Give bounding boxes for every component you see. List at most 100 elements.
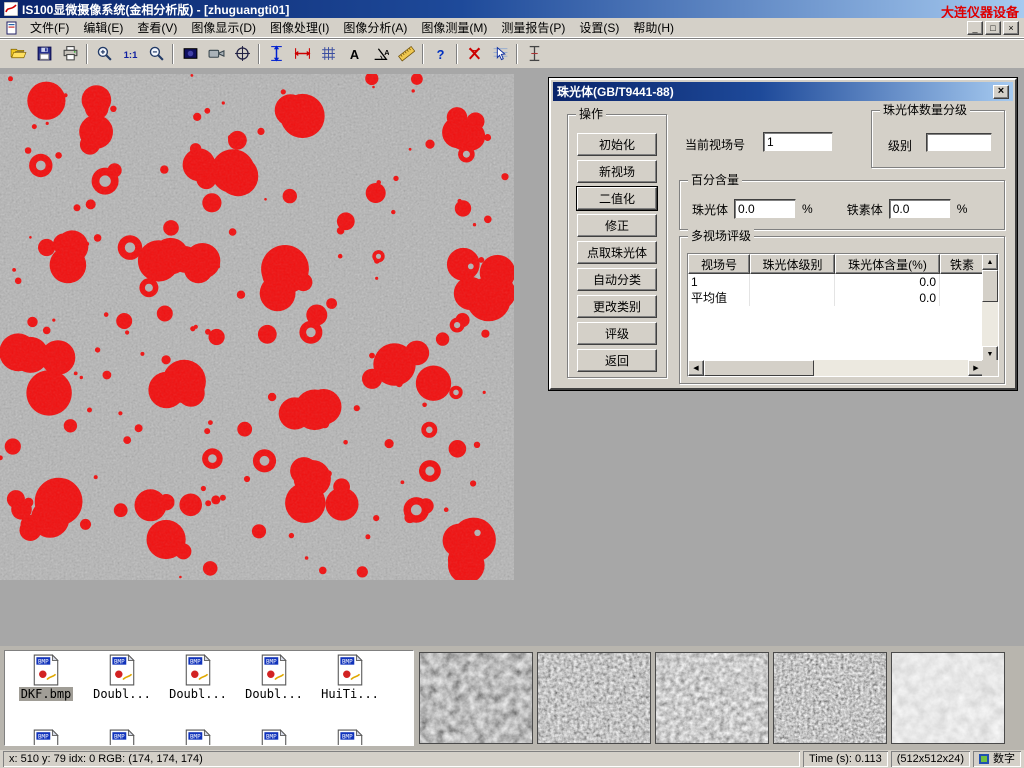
zoom-out-icon xyxy=(148,45,165,62)
save-button[interactable] xyxy=(31,41,57,66)
thumbnail-4[interactable] xyxy=(773,652,887,744)
thumbnail-5[interactable] xyxy=(891,652,1005,744)
table-cell xyxy=(750,274,835,290)
menu-item-image-display[interactable]: 图像显示(D) xyxy=(184,17,263,38)
grid-button[interactable] xyxy=(315,41,341,66)
file-item-double-2[interactable]: Doubl... xyxy=(161,654,235,701)
angle-measure-button[interactable]: A xyxy=(367,41,393,66)
caliper-icon xyxy=(526,45,543,62)
scroll-left-button[interactable]: ◀ xyxy=(688,360,704,376)
op-pick-pearlite-button[interactable]: 点取珠光体 xyxy=(577,241,657,264)
toolbar-separator xyxy=(456,44,458,64)
text-annotation-button[interactable]: A xyxy=(341,41,367,66)
zoom-out-button[interactable] xyxy=(143,41,169,66)
actual-size-button[interactable]: 1:1 xyxy=(117,41,143,66)
file-item-partial[interactable] xyxy=(313,729,387,746)
svg-text:A: A xyxy=(384,48,389,57)
ruler-button[interactable] xyxy=(393,41,419,66)
file-item-partial[interactable] xyxy=(9,729,83,746)
menu-item-settings[interactable]: 设置(S) xyxy=(572,17,626,38)
table-cell xyxy=(750,290,835,306)
mdi-restore-button[interactable]: □ xyxy=(985,21,1001,35)
op-change-class-button[interactable]: 更改类别 xyxy=(577,295,657,318)
window-title: IS100显微摄像系统(金相分析版) - [zhuguangti01] xyxy=(22,1,289,18)
menu-item-image-analysis[interactable]: 图像分析(A) xyxy=(336,17,414,38)
horizontal-measure-icon xyxy=(294,45,311,62)
vertical-scroll-thumb[interactable] xyxy=(982,270,998,302)
mdi-close-button[interactable]: × xyxy=(1003,21,1019,35)
thumbnail-1[interactable] xyxy=(419,652,533,744)
table-header-row: 视场号 珠光体级别 珠光体含量(%) 铁素 xyxy=(688,254,998,274)
scroll-up-button[interactable]: ▲ xyxy=(982,254,998,270)
mode-label: 数字 xyxy=(993,752,1015,767)
header-cell-level[interactable]: 珠光体级别 xyxy=(750,254,835,274)
menu-item-file[interactable]: 文件(F) xyxy=(23,17,76,38)
op-grade-button[interactable]: 评级 xyxy=(577,322,657,345)
level-label: 级别 xyxy=(888,137,912,154)
measure-vertical-button[interactable] xyxy=(263,41,289,66)
file-item-partial[interactable] xyxy=(85,729,159,746)
dialog-title-bar[interactable]: 珠光体(GB/T9441-88) × xyxy=(553,82,1013,101)
open-button[interactable] xyxy=(5,41,31,66)
mdi-minimize-button[interactable]: _ xyxy=(967,21,983,35)
capture-button[interactable] xyxy=(177,41,203,66)
table-row[interactable]: 1 0.0 xyxy=(688,274,984,290)
menu-item-help[interactable]: 帮助(H) xyxy=(626,17,681,38)
bmp-file-icon xyxy=(261,729,287,746)
toolbar-separator xyxy=(258,44,260,64)
file-item-dkf[interactable]: DKF.bmp xyxy=(9,654,83,701)
micrograph-image[interactable] xyxy=(0,74,514,580)
current-view-input[interactable] xyxy=(763,132,833,152)
ferrite-percent-input[interactable] xyxy=(889,199,951,219)
header-cell-ferrite[interactable]: 铁素 xyxy=(940,254,984,274)
file-name: DKF.bmp xyxy=(19,687,74,701)
vertical-scrollbar[interactable]: ▲ ▼ xyxy=(982,254,998,362)
red-x-scissors-icon xyxy=(466,45,483,62)
measure-horizontal-button[interactable] xyxy=(289,41,315,66)
print-button[interactable] xyxy=(57,41,83,66)
zoom-in-icon xyxy=(96,45,113,62)
bmp-file-icon xyxy=(337,729,363,746)
menu-item-edit[interactable]: 编辑(E) xyxy=(76,17,130,38)
text-icon: A xyxy=(346,45,363,62)
thumbnail-3[interactable] xyxy=(655,652,769,744)
op-binarize-button[interactable]: 二值化 xyxy=(577,187,657,210)
op-return-button[interactable]: 返回 xyxy=(577,349,657,372)
header-cell-content[interactable]: 珠光体含量(%) xyxy=(835,254,940,274)
file-item-huiti[interactable]: HuiTi... xyxy=(313,654,387,701)
horizontal-scrollbar[interactable]: ◀ ▶ xyxy=(688,360,984,376)
file-item-double-1[interactable]: Doubl... xyxy=(85,654,159,701)
pearlite-percent-input[interactable] xyxy=(734,199,796,219)
header-cell-view[interactable]: 视场号 xyxy=(688,254,750,274)
delete-button[interactable] xyxy=(461,41,487,66)
horizontal-scroll-track[interactable] xyxy=(704,360,968,376)
menu-item-view[interactable]: 查看(V) xyxy=(130,17,184,38)
menu-item-measure-report[interactable]: 测量报告(P) xyxy=(494,17,572,38)
target-button[interactable] xyxy=(229,41,255,66)
help-icon: ? xyxy=(432,45,449,62)
menu-bar: 文件(F) 编辑(E) 查看(V) 图像显示(D) 图像处理(I) 图像分析(A… xyxy=(0,18,1024,38)
file-item-partial[interactable] xyxy=(161,729,235,746)
thumbnail-2[interactable] xyxy=(537,652,651,744)
caliper-button[interactable] xyxy=(521,41,547,66)
op-initialize-button[interactable]: 初始化 xyxy=(577,133,657,156)
op-new-field-button[interactable]: 新视场 xyxy=(577,160,657,183)
menu-item-image-measure[interactable]: 图像测量(M) xyxy=(414,17,494,38)
pointer-select-button[interactable] xyxy=(487,41,513,66)
level-input[interactable] xyxy=(926,133,992,152)
horizontal-scroll-thumb[interactable] xyxy=(704,360,814,376)
file-item-partial[interactable] xyxy=(237,729,311,746)
dialog-close-button[interactable]: × xyxy=(993,85,1009,99)
dialog-title: 珠光体(GB/T9441-88) xyxy=(557,83,674,100)
help-button[interactable]: ? xyxy=(427,41,453,66)
op-auto-classify-button[interactable]: 自动分类 xyxy=(577,268,657,291)
camera-button[interactable] xyxy=(203,41,229,66)
op-correct-button[interactable]: 修正 xyxy=(577,214,657,237)
table-row[interactable]: 平均值 0.0 xyxy=(688,290,984,306)
bmp-file-icon xyxy=(33,654,59,686)
bmp-file-icon xyxy=(337,654,363,686)
file-item-double-3[interactable]: Doubl... xyxy=(237,654,311,701)
table-cell xyxy=(940,290,984,306)
zoom-in-button[interactable] xyxy=(91,41,117,66)
menu-item-image-processing[interactable]: 图像处理(I) xyxy=(263,17,336,38)
